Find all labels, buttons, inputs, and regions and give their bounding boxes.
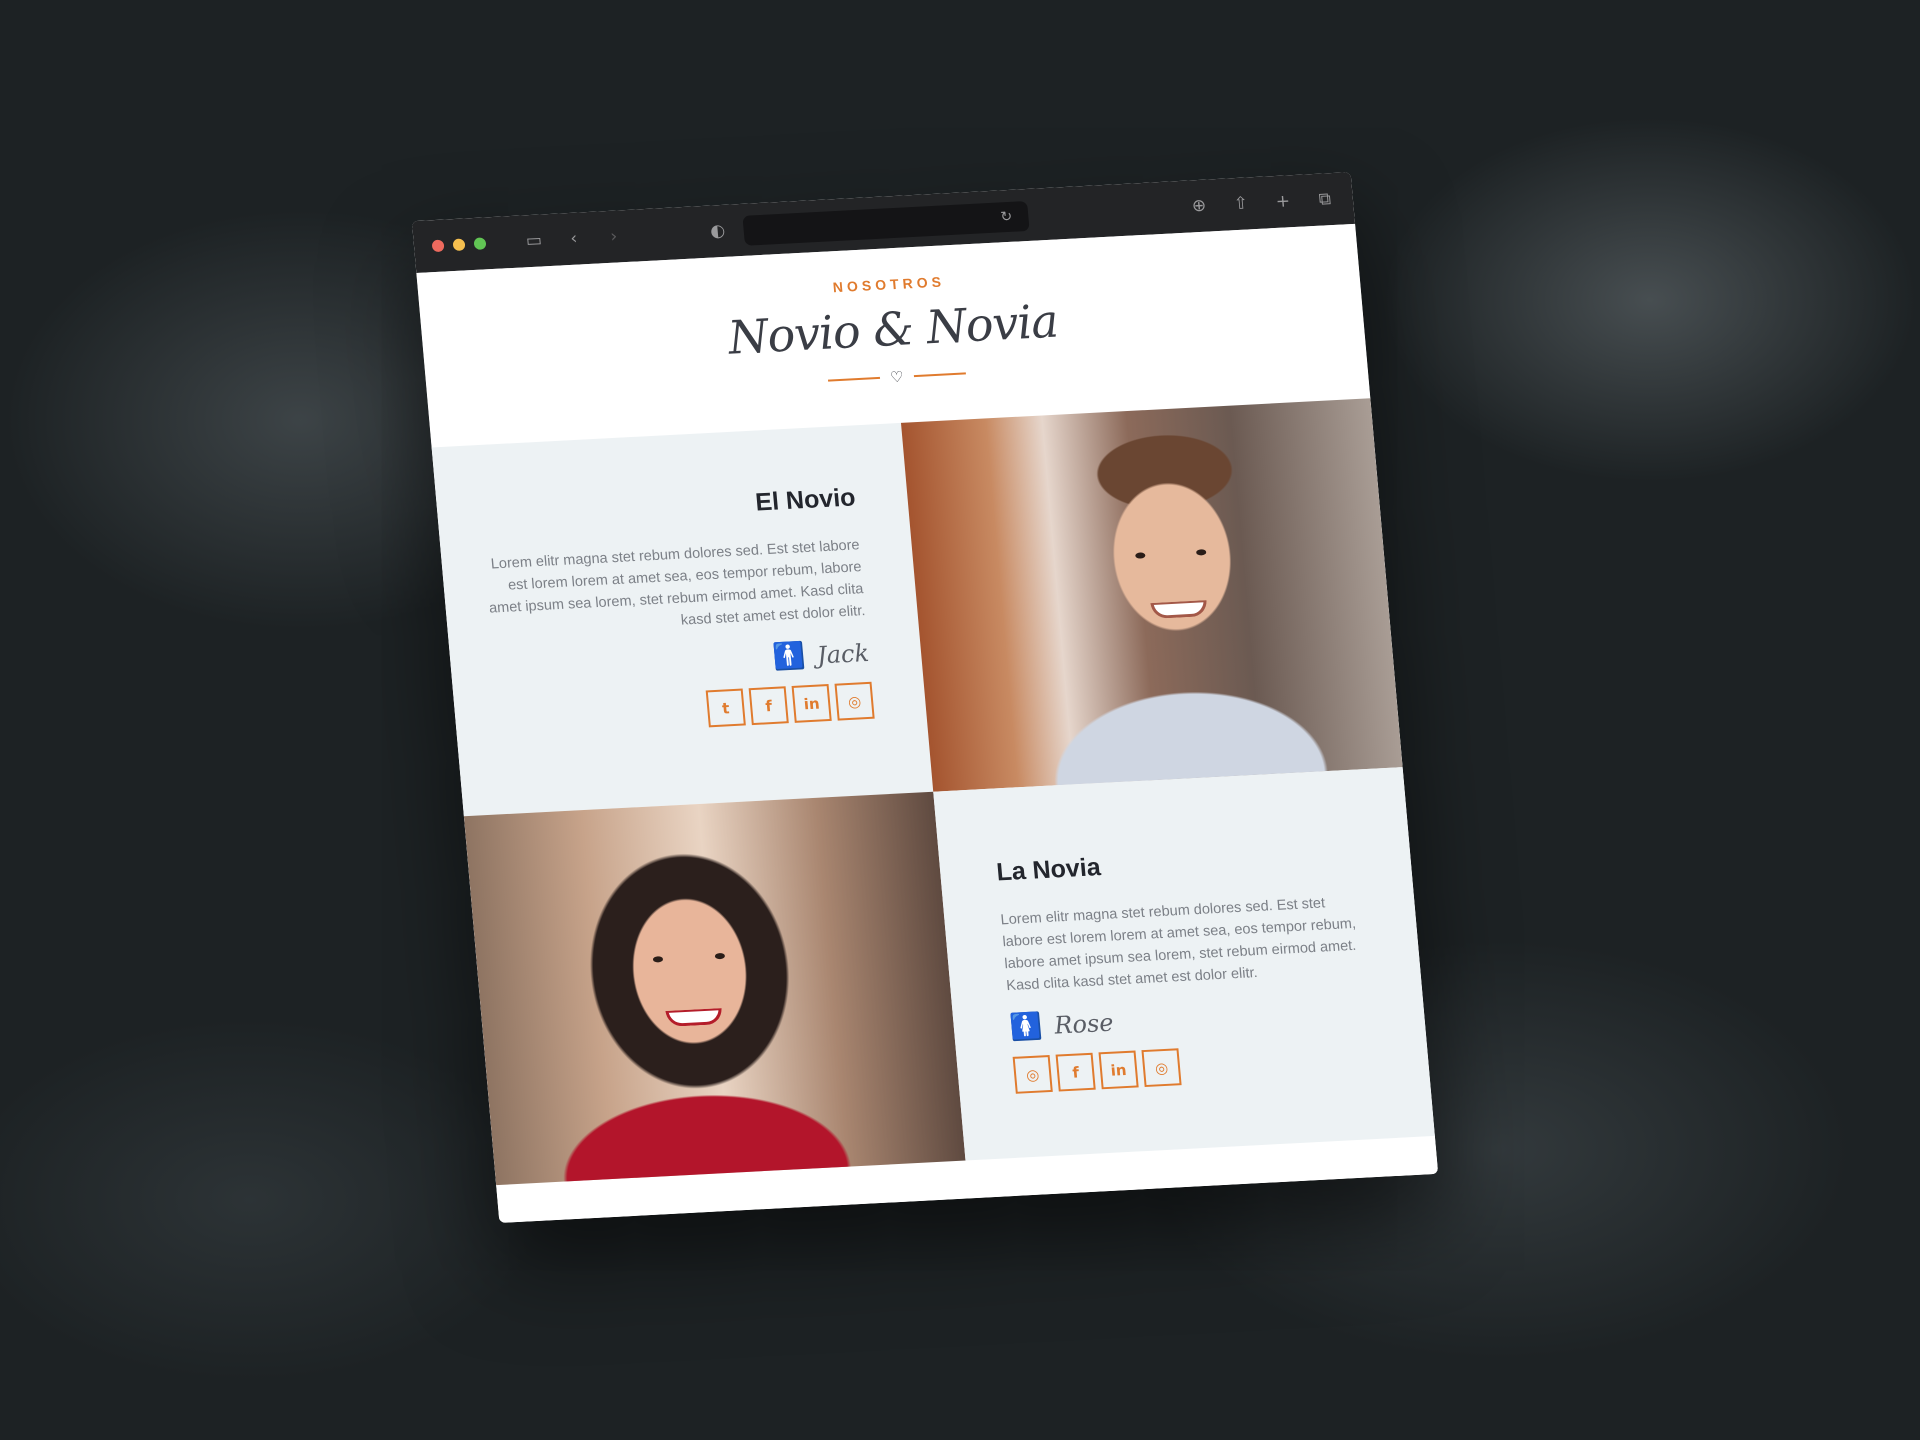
linkedin-icon[interactable]: in bbox=[1098, 1050, 1139, 1090]
groom-signature: 🚹 Jack bbox=[490, 638, 870, 688]
facebook-icon[interactable]: f bbox=[748, 686, 789, 726]
smile bbox=[665, 1008, 723, 1027]
sidebar-icon[interactable]: ▭ bbox=[519, 226, 549, 255]
eye bbox=[652, 956, 664, 963]
eye bbox=[1195, 549, 1207, 556]
facebook-icon[interactable]: f bbox=[1055, 1052, 1096, 1092]
forward-icon[interactable]: › bbox=[599, 222, 629, 251]
eye bbox=[1135, 552, 1146, 559]
bride-social-links: ◎ f in ◎ bbox=[1012, 1038, 1378, 1094]
man-icon: 🚹 bbox=[771, 641, 807, 673]
divider-line bbox=[828, 376, 881, 382]
web-page: NOSOTROS Novio & Novia ♡ El Novio Lorem … bbox=[416, 223, 1439, 1223]
smile bbox=[1150, 600, 1208, 620]
bride-bio: Lorem elitr magna stet rebum dolores sed… bbox=[999, 895, 1357, 995]
groom-bio: Lorem elitr magna stet rebum dolores sed… bbox=[488, 537, 866, 629]
instagram-icon[interactable]: ◎ bbox=[834, 681, 875, 721]
groom-social-links: t f in ◎ bbox=[494, 681, 875, 739]
plus-icon[interactable]: + bbox=[1268, 187, 1298, 216]
groom-heading: El Novio bbox=[754, 483, 857, 517]
divider-line bbox=[913, 372, 966, 378]
minimize-window-button[interactable] bbox=[452, 238, 466, 252]
woman-icon: 🚺 bbox=[1008, 1011, 1044, 1043]
groom-panel: El Novio Lorem elitr magna stet rebum do… bbox=[431, 422, 934, 817]
bride-signature: 🚺 Rose bbox=[1009, 994, 1373, 1043]
groom-photo bbox=[900, 398, 1403, 792]
bride-signature-name: Rose bbox=[1053, 1008, 1115, 1040]
address-bar[interactable]: ↻ bbox=[742, 200, 1030, 246]
groom-signature-name: Jack bbox=[815, 638, 871, 670]
share-icon[interactable]: ⇧ bbox=[1226, 189, 1256, 218]
eye bbox=[714, 952, 726, 960]
instagram-icon[interactable]: ◎ bbox=[1141, 1048, 1182, 1088]
window-controls bbox=[431, 237, 487, 253]
zoom-window-button[interactable] bbox=[473, 237, 487, 250]
bride-panel: La Novia Lorem elitr magna stet rebum do… bbox=[933, 767, 1435, 1161]
shield-icon[interactable]: ◐ bbox=[702, 217, 732, 246]
tabs-overview-icon[interactable]: ⧉ bbox=[1310, 185, 1340, 214]
reload-icon[interactable]: ↻ bbox=[991, 202, 1021, 231]
heart-icon: ♡ bbox=[889, 367, 905, 387]
couple-grid: El Novio Lorem elitr magna stet rebum do… bbox=[431, 398, 1435, 1186]
bride-photo bbox=[463, 791, 966, 1186]
browser-window: ▭ ‹ › ◐ ↻ ⊕ ⇧ + ⧉ NOSOTROS Novio & Novia bbox=[411, 172, 1439, 1223]
back-icon[interactable]: ‹ bbox=[559, 224, 589, 253]
linkedin-icon[interactable]: in bbox=[791, 684, 832, 723]
twitter-icon[interactable]: t bbox=[705, 688, 746, 728]
close-window-button[interactable] bbox=[431, 239, 445, 253]
scene: ▭ ‹ › ◐ ↻ ⊕ ⇧ + ⧉ NOSOTROS Novio & Novia bbox=[0, 0, 1920, 1440]
bride-heading: La Novia bbox=[995, 853, 1102, 887]
instagram-icon[interactable]: ◎ bbox=[1012, 1054, 1053, 1094]
download-icon[interactable]: ⊕ bbox=[1184, 191, 1214, 220]
